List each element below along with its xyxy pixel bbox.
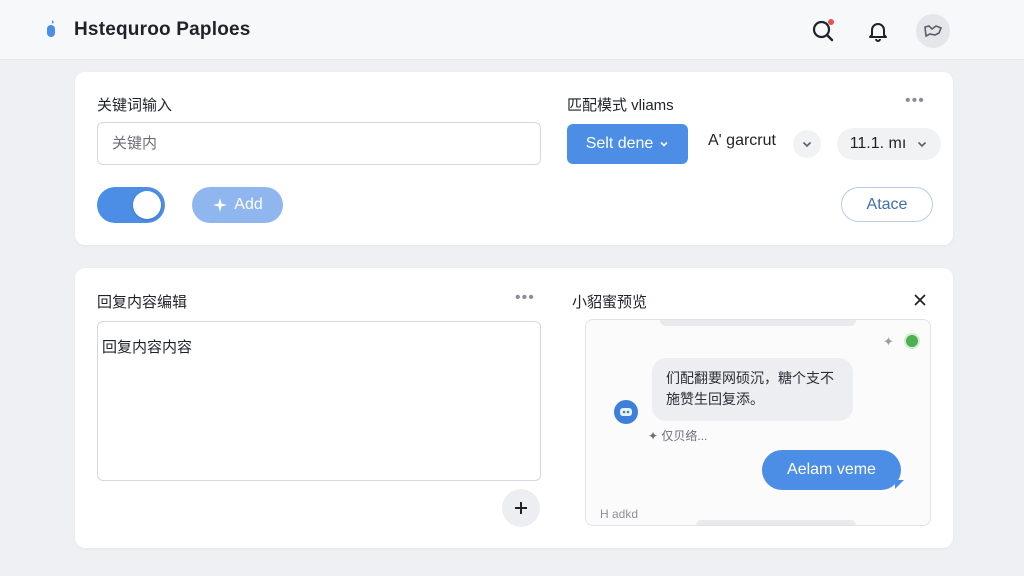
logo-icon (47, 20, 55, 37)
bot-avatar-icon (614, 400, 638, 424)
reply-editor-label: 回复内容编辑 (97, 294, 188, 311)
bot-meta-text: 仅贝络... (661, 429, 708, 443)
scroll-hint-bottom (696, 520, 856, 525)
close-preview-button[interactable] (910, 290, 930, 310)
avatar-icon (924, 25, 943, 38)
notification-dot (828, 19, 834, 25)
online-status-icon (904, 333, 920, 349)
match-mode-label: 匹配模式 vliams (567, 97, 674, 114)
match-mode-select-label: Selt dene (585, 135, 654, 152)
search-button[interactable] (806, 14, 840, 48)
keyword-settings-card: 关键词输入 Add 匹配模式 vliams ••• Selt dene A' g… (75, 72, 953, 245)
reply-content-editor[interactable]: 回复内容内容 (97, 321, 541, 481)
tertiary-select[interactable]: 11.1. mı (837, 128, 941, 160)
chat-preview: ✦ 们配翻要网硕沉，糖个支不施赞生回复添。 ✦ 仅贝络... Aelam vem… (585, 319, 931, 526)
add-button[interactable]: Add (192, 187, 283, 223)
top-bar: Hstequroo Paploes (0, 0, 1024, 60)
more-options-icon[interactable]: ••• (515, 289, 535, 307)
scroll-hint-top (660, 320, 856, 326)
keyword-input[interactable] (97, 122, 541, 165)
add-button-label: Add (234, 196, 263, 213)
action-button[interactable]: Atace (841, 187, 933, 222)
chevron-down-icon (802, 141, 812, 148)
user-avatar-button[interactable] (916, 14, 950, 48)
bot-message-meta: ✦ 仅贝络... (648, 427, 707, 444)
sparkle-icon (213, 198, 228, 212)
sparkle-icon: ✦ (648, 429, 662, 443)
secondary-select-toggle[interactable] (793, 130, 821, 158)
plus-icon (515, 502, 527, 514)
keyword-toggle[interactable] (97, 187, 165, 223)
user-message-bubble: Aelam veme (762, 450, 901, 490)
bell-icon (869, 23, 887, 42)
close-icon (914, 294, 926, 306)
notifications-button[interactable] (861, 14, 895, 48)
match-mode-select[interactable]: Selt dene (567, 124, 688, 164)
secondary-select-label[interactable]: A' garcrut (708, 132, 776, 150)
reply-preview-card: 回复内容编辑 ••• 回复内容内容 小貂蜜预览 ✦ 们配翻要网硕沉，糖个支不施赞… (75, 268, 953, 548)
keyword-label: 关键词输入 (97, 97, 173, 114)
preview-label: 小貂蜜预览 (572, 294, 648, 311)
app-title: Hstequroo Paploes (74, 19, 251, 40)
add-reply-button[interactable] (502, 489, 540, 527)
more-options-icon[interactable]: ••• (905, 92, 925, 110)
bot-message-bubble: 们配翻要网硕沉，糖个支不施赞生回复添。 (652, 358, 853, 421)
toggle-knob (133, 191, 161, 219)
chevron-down-icon (660, 141, 668, 147)
tertiary-select-label: 11.1. mı (849, 135, 907, 152)
preview-footer: H adkd (600, 507, 639, 521)
user-bubble-tail (895, 480, 904, 489)
chevron-down-icon (918, 141, 927, 148)
sparkle-icon: ✦ (883, 334, 894, 349)
